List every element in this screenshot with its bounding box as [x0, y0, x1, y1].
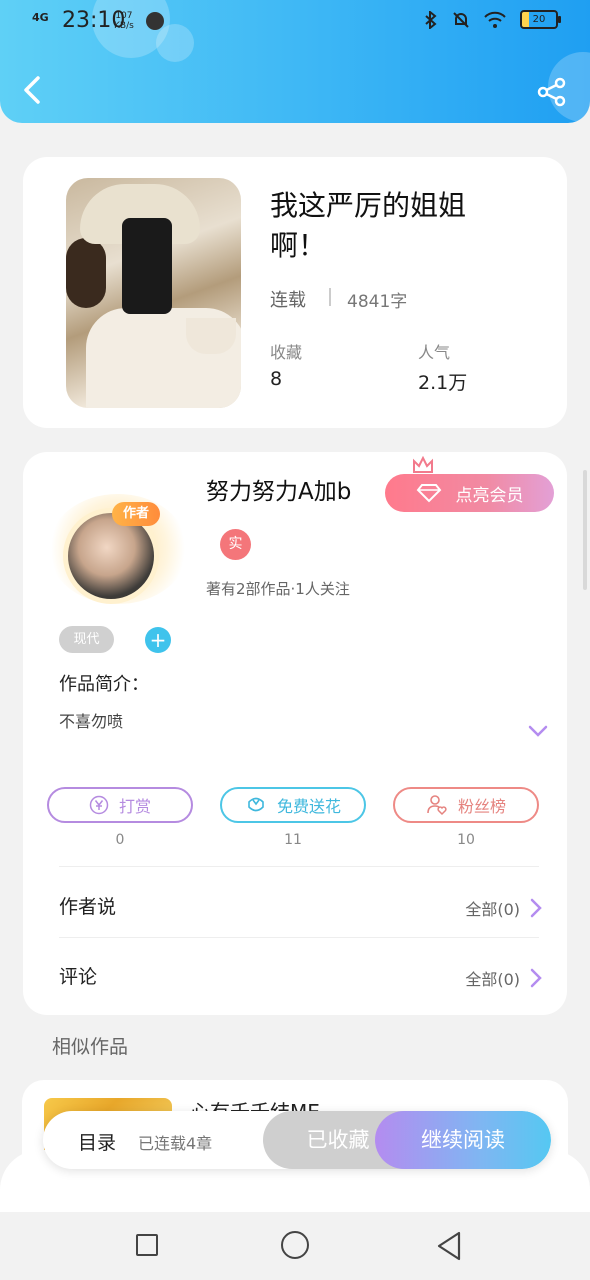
divider: [329, 288, 331, 306]
system-nav-bar: [0, 1212, 590, 1280]
yen-icon: [89, 795, 109, 815]
net-speed-value: 107: [115, 11, 133, 21]
toc-button[interactable]: 目录: [78, 1128, 116, 1155]
tip-label: 打赏: [118, 797, 151, 816]
vip-button-label: 点亮会员: [455, 485, 524, 506]
divider: [59, 937, 539, 938]
tip-count: 0: [115, 832, 125, 848]
genre-tag[interactable]: 现代: [59, 626, 114, 653]
chevron-right-icon: [530, 968, 542, 988]
home-icon[interactable]: [281, 1231, 309, 1259]
cover-art: [66, 238, 106, 308]
recent-apps-icon[interactable]: [136, 1234, 158, 1256]
net-speed-unit: KB/s: [114, 21, 134, 31]
reading-action-bar: 目录 已连载4章 已收藏 继续阅读: [43, 1111, 551, 1169]
book-status: 连载: [270, 290, 306, 311]
book-cover[interactable]: [66, 178, 241, 408]
popularity-value: 2.1万: [418, 372, 468, 394]
mute-bell-icon: [453, 11, 469, 28]
author-says-all-link[interactable]: 全部(0): [465, 896, 542, 920]
verified-badge: 实: [220, 529, 251, 560]
cover-art: [186, 318, 236, 354]
tip-button[interactable]: 打赏: [47, 787, 193, 823]
add-tag-button[interactable]: +: [145, 627, 171, 653]
diamond-icon: [416, 484, 441, 503]
user-heart-icon: [427, 795, 447, 816]
header: 4G 23:10 107 KB/s 20: [0, 0, 590, 123]
author-name[interactable]: 努力努力A加b: [206, 472, 351, 506]
intro-text: 不喜勿喷: [59, 712, 124, 731]
author-meta: 著有2部作品·1人关注: [206, 580, 350, 598]
crown-icon: [413, 456, 433, 473]
back-icon[interactable]: [18, 74, 50, 106]
send-flower-button[interactable]: 免费送花: [220, 787, 366, 823]
author-tag: 作者: [112, 502, 160, 526]
continue-reading-button[interactable]: 继续阅读: [375, 1111, 551, 1169]
status-icons: 20: [424, 10, 561, 29]
author-says-label[interactable]: 作者说: [59, 892, 116, 919]
net-speed: 107 KB/s: [114, 11, 134, 31]
flower-icon: [248, 797, 264, 812]
wifi-icon: [484, 11, 506, 28]
similar-works-title: 相似作品: [52, 1036, 129, 1058]
flower-count: 11: [284, 832, 302, 848]
share-icon[interactable]: [536, 76, 568, 108]
nav-back-icon[interactable]: [436, 1231, 462, 1261]
battery-icon: 20: [520, 10, 561, 29]
fan-count: 10: [457, 832, 475, 848]
chevron-down-icon[interactable]: [528, 724, 548, 738]
word-count: 4841字: [347, 292, 408, 312]
chapter-count: 已连载4章: [138, 1134, 213, 1153]
fan-ranking-label: 粉丝榜: [457, 797, 506, 816]
comments-all-link[interactable]: 全部(0): [465, 966, 542, 990]
author-says-count: 全部(0): [465, 900, 520, 919]
send-flower-label: 免费送花: [276, 797, 341, 816]
gauge-icon: [146, 12, 164, 30]
cover-art: [122, 218, 172, 314]
status-bar: 4G 23:10 107 KB/s 20: [0, 0, 590, 44]
intro-label: 作品简介：: [59, 674, 149, 695]
book-title: 我这严厉的姐姐啊！: [270, 189, 467, 262]
scrollbar[interactable]: [583, 470, 587, 590]
comments-label[interactable]: 评论: [59, 962, 97, 989]
comments-count: 全部(0): [465, 970, 520, 989]
network-indicator: 4G: [32, 11, 49, 24]
popularity-label: 人气: [418, 343, 451, 362]
divider: [59, 866, 539, 867]
collect-value: 8: [270, 368, 283, 390]
fan-ranking-button[interactable]: 粉丝榜: [393, 787, 539, 823]
bluetooth-icon: [425, 10, 437, 29]
collect-label: 收藏: [270, 343, 303, 362]
chevron-right-icon: [530, 898, 542, 918]
vip-button[interactable]: 点亮会员: [385, 474, 554, 512]
